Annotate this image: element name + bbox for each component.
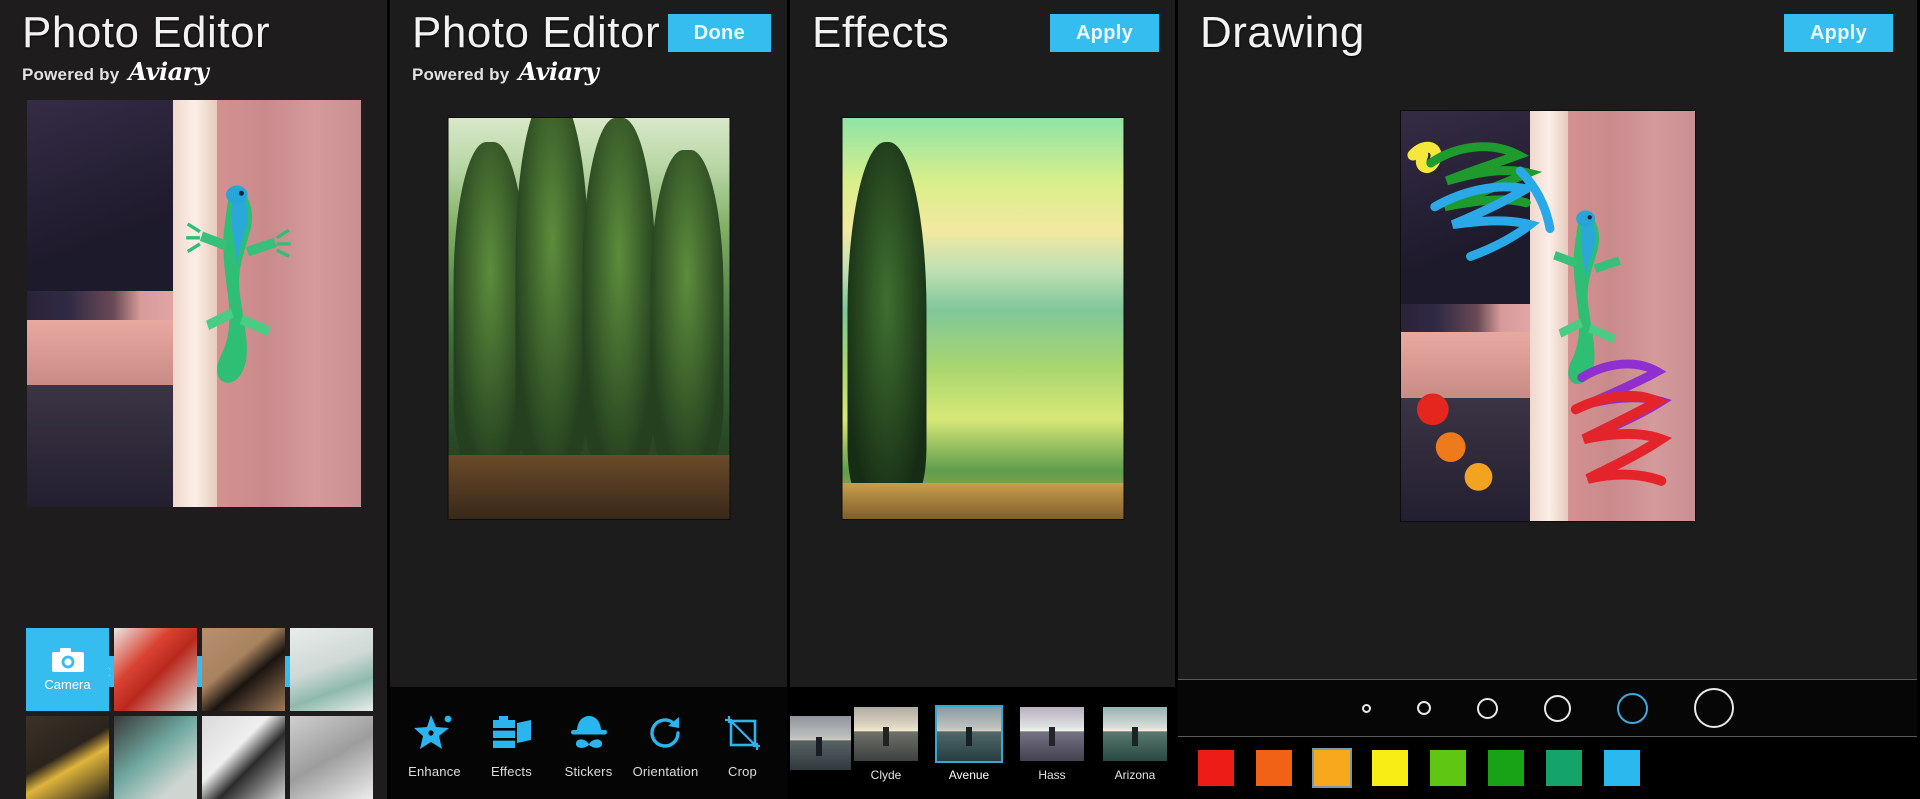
gallery-thumbnail[interactable]	[114, 716, 197, 799]
ground-region	[448, 454, 729, 519]
color-swatch-light-blue[interactable]	[1602, 748, 1642, 788]
tool-orientation[interactable]: Orientation	[629, 708, 703, 779]
gallery-thumbnail[interactable]	[290, 716, 373, 799]
header-tools: Photo Editor Powered by Aviary Done	[390, 0, 787, 86]
camera-tile[interactable]: Camera	[26, 628, 109, 711]
tree-shape	[582, 118, 656, 463]
brush-size-option[interactable]	[1361, 703, 1371, 713]
color-swatch-red[interactable]	[1196, 748, 1236, 788]
filter-thumbnail	[1103, 706, 1167, 761]
ground-region	[842, 482, 1123, 519]
brush-size-option[interactable]	[1543, 694, 1571, 722]
filter-thumbnail	[1020, 706, 1084, 761]
filter-thumbnail	[790, 716, 851, 770]
filter-label: Arizona	[1114, 767, 1156, 782]
hat-mustache-icon	[567, 708, 611, 758]
aviary-brand-logo: Aviary	[518, 57, 599, 86]
panel-photo-editor-home: Photo Editor Powered by Aviary Camera	[0, 0, 387, 799]
gallery-thumbnail-grid: Camera	[26, 628, 373, 799]
tool-label: Crop	[728, 763, 757, 779]
tool-label: Enhance	[408, 763, 461, 779]
header-home: Photo Editor Powered by Aviary	[0, 0, 387, 86]
gallery-thumbnail[interactable]	[202, 628, 285, 711]
app-screenshot-strip: Photo Editor Powered by Aviary Camera Ph…	[0, 0, 1920, 799]
panel-effects: Effects Apply Clyde Avenue Hass Arizona	[787, 0, 1175, 799]
gallery-thumbnail[interactable]	[290, 628, 373, 711]
tool-label: Effects	[491, 763, 532, 779]
tool-enhance[interactable]: Enhance	[398, 708, 472, 779]
gallery-thumbnail[interactable]	[26, 716, 109, 799]
color-swatch-yellow[interactable]	[1370, 748, 1410, 788]
tool-crop[interactable]: Crop	[706, 708, 780, 779]
color-swatch-light-green[interactable]	[1428, 748, 1468, 788]
star-icon	[413, 708, 456, 758]
filter-label: Clyde	[870, 767, 902, 782]
brush-size-row	[1178, 679, 1917, 737]
camera-tile-label: Camera	[44, 677, 91, 692]
color-swatch-green[interactable]	[1486, 748, 1526, 788]
header-drawing: Drawing Apply	[1178, 0, 1917, 60]
tool-label: Orientation	[632, 763, 699, 779]
powered-by-label: Powered by	[412, 65, 510, 84]
photo-region-awning	[26, 319, 174, 385]
filter-item-avenue[interactable]: Avenue	[932, 704, 1006, 782]
apply-button[interactable]: Apply	[1783, 14, 1893, 52]
gallery-thumbnail[interactable]	[202, 716, 285, 799]
color-swatch-amber-selected[interactable]	[1312, 748, 1352, 788]
tree-shape	[515, 118, 589, 463]
powered-by-line: Powered by Aviary	[412, 57, 769, 86]
gallery-thumbnail[interactable]	[114, 628, 197, 711]
user-drawing-strokes	[1406, 141, 1672, 491]
filter-item-partial[interactable]	[790, 714, 851, 772]
photo-region-dark-top	[26, 100, 174, 292]
photo-preview-hills[interactable]	[841, 117, 1124, 520]
panel-drawing: Drawing Apply	[1175, 0, 1917, 799]
tool-label: Stickers	[564, 763, 613, 779]
lizard-subject	[186, 185, 291, 384]
panel-photo-editor-tools: Photo Editor Powered by Aviary Done Enha…	[387, 0, 787, 799]
film-icon	[491, 708, 533, 758]
powered-by-line: Powered by Aviary	[22, 57, 369, 86]
tree-shape	[650, 150, 724, 463]
powered-by-label: Powered by	[22, 65, 120, 84]
effects-filmstrip[interactable]: Clyde Avenue Hass Arizona Lucky	[790, 687, 1175, 799]
camera-icon	[51, 648, 84, 672]
photo-preview-lizard[interactable]	[26, 100, 361, 507]
brush-size-option[interactable]	[1693, 688, 1734, 728]
brush-size-option-selected[interactable]	[1616, 692, 1648, 724]
cypress-tree-shape	[847, 142, 927, 495]
brush-size-option[interactable]	[1476, 697, 1498, 719]
color-swatch-orange[interactable]	[1254, 748, 1294, 788]
filter-thumbnail	[854, 706, 918, 761]
drawing-canvas[interactable]	[1399, 110, 1696, 522]
editor-toolbar: Enhance Effects Stickers Orientation Cro…	[390, 687, 787, 799]
filter-item-clyde[interactable]: Clyde	[849, 705, 923, 782]
filter-label: Avenue	[948, 767, 990, 782]
photo-region-dark-bottom	[26, 384, 174, 507]
filter-thumbnail	[937, 706, 1001, 761]
tool-effects[interactable]: Effects	[475, 708, 549, 779]
done-button[interactable]: Done	[667, 14, 771, 52]
color-palette-row	[1178, 737, 1917, 799]
crop-icon	[722, 708, 764, 758]
filter-item-hass[interactable]: Hass	[1015, 705, 1089, 782]
header-effects: Effects Apply	[790, 0, 1175, 60]
aviary-brand-logo: Aviary	[128, 57, 209, 86]
tool-stickers[interactable]: Stickers	[552, 708, 626, 779]
brush-size-option[interactable]	[1416, 701, 1431, 715]
apply-button[interactable]: Apply	[1049, 14, 1159, 52]
photo-preview-trees[interactable]	[447, 117, 730, 520]
filter-label: Hass	[1038, 767, 1066, 782]
color-swatch-teal-green[interactable]	[1544, 748, 1584, 788]
rotate-icon	[645, 708, 687, 758]
filter-item-arizona[interactable]: Arizona	[1098, 705, 1172, 782]
page-title: Photo Editor	[22, 8, 271, 57]
